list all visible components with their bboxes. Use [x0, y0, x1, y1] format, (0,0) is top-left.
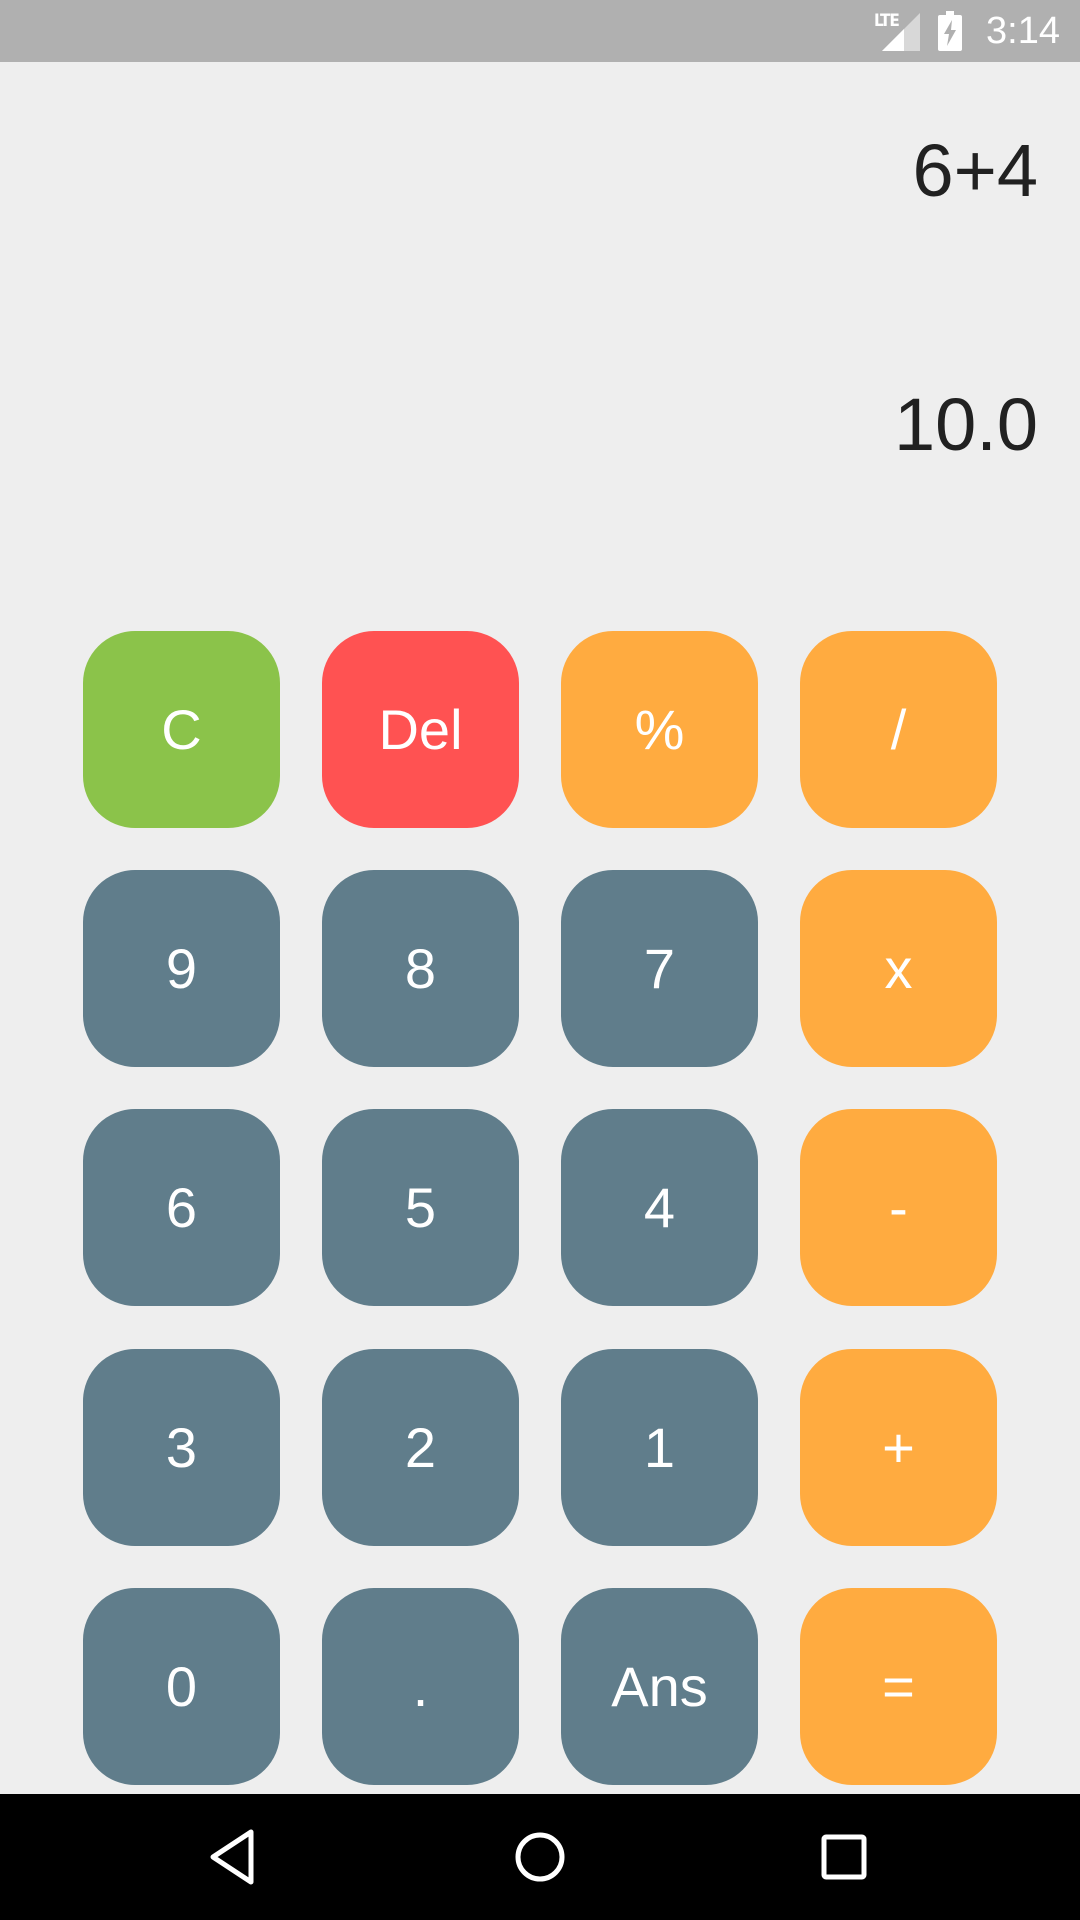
equals-button[interactable]: = — [800, 1588, 997, 1785]
percent-button[interactable]: % — [561, 631, 758, 828]
recents-button[interactable] — [811, 1824, 877, 1890]
decimal-button[interactable]: . — [322, 1588, 519, 1785]
delete-button[interactable]: Del — [322, 631, 519, 828]
status-icons: LTE 3:14 — [874, 0, 1060, 62]
answer-button[interactable]: Ans — [561, 1588, 758, 1785]
back-triangle-icon — [210, 1829, 254, 1885]
multiply-button[interactable]: x — [800, 870, 997, 1067]
clear-button[interactable]: C — [83, 631, 280, 828]
battery-charging-icon — [938, 11, 963, 51]
digit-3-button[interactable]: 3 — [83, 1349, 280, 1546]
back-button[interactable] — [203, 1824, 269, 1890]
navigation-bar — [0, 1794, 1080, 1920]
digit-8-button[interactable]: 8 — [322, 870, 519, 1067]
digit-0-button[interactable]: 0 — [83, 1588, 280, 1785]
digit-6-button[interactable]: 6 — [83, 1109, 280, 1306]
recents-square-icon — [821, 1834, 867, 1880]
result-display: 10.0 — [893, 383, 1038, 466]
digit-2-button[interactable]: 2 — [322, 1349, 519, 1546]
lte-signal-icon: LTE — [874, 9, 922, 53]
expression-display: 6+4 — [912, 129, 1038, 212]
digit-4-button[interactable]: 4 — [561, 1109, 758, 1306]
calculator-screen: LTE 3:14 6+4 10.0 C Del % / 9 8 7 x 6 5 … — [0, 0, 1080, 1920]
divide-button[interactable]: / — [800, 631, 997, 828]
status-bar: LTE 3:14 — [0, 0, 1080, 62]
home-circle-icon — [515, 1832, 565, 1882]
digit-9-button[interactable]: 9 — [83, 870, 280, 1067]
digit-1-button[interactable]: 1 — [561, 1349, 758, 1546]
status-clock: 3:14 — [986, 9, 1060, 52]
digit-5-button[interactable]: 5 — [322, 1109, 519, 1306]
home-button[interactable] — [507, 1824, 573, 1890]
minus-button[interactable]: - — [800, 1109, 997, 1306]
plus-button[interactable]: + — [800, 1349, 997, 1546]
digit-7-button[interactable]: 7 — [561, 870, 758, 1067]
